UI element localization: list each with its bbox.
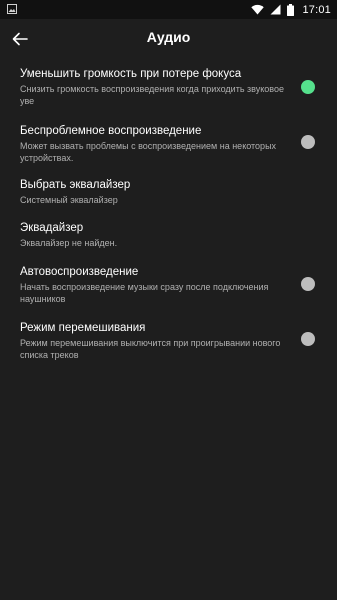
status-bar: 17:01: [0, 0, 337, 19]
app-bar: Аудио: [0, 19, 337, 59]
setting-summary: Начать воспроизведение музыки сразу посл…: [20, 282, 269, 304]
toggle-switch[interactable]: [301, 135, 315, 149]
setting-autoplay[interactable]: Автовоспроизведение Начать воспроизведен…: [0, 263, 337, 318]
setting-title: Автовоспроизведение: [20, 266, 139, 278]
setting-shuffle-mode[interactable]: Режим перемешивания Режим перемешивания …: [0, 318, 337, 373]
setting-title: Уменьшить громкость при потере фокуса: [20, 68, 242, 80]
image-icon: [7, 4, 17, 14]
setting-choose-equalizer[interactable]: Выбрать эквалайзер Системный эквалайзер: [0, 173, 337, 217]
toggle-switch[interactable]: [301, 332, 315, 346]
setting-summary: Может вызвать проблемы с воспроизведение…: [20, 141, 277, 163]
setting-reduce-volume-on-focus-loss[interactable]: Уменьшить громкость при потере фокуса Сн…: [0, 59, 337, 116]
setting-summary: Эквалайзер не найден.: [20, 238, 118, 248]
battery-icon: [287, 3, 295, 16]
setting-summary: Снизить громкость воспроизведения когда …: [20, 84, 284, 106]
setting-summary: Режим перемешивания выключится при проиг…: [20, 338, 281, 360]
settings-list: Уменьшить громкость при потере фокуса Сн…: [0, 59, 337, 373]
setting-title: Выбрать эквалайзер: [20, 179, 131, 191]
setting-title: Беспроблемное воспроизведение: [20, 125, 202, 137]
status-time: 17:01: [302, 3, 331, 16]
toggle-switch[interactable]: [301, 80, 315, 94]
signal-icon: [270, 4, 281, 15]
setting-equalizer[interactable]: Эквадайзер Эквалайзер не найден.: [0, 217, 337, 263]
setting-gapless-playback[interactable]: Беспроблемное воспроизведение Может вызв…: [0, 116, 337, 173]
toggle-switch[interactable]: [301, 277, 315, 291]
setting-summary: Системный эквалайзер: [20, 195, 118, 205]
status-icons: 17:01: [251, 2, 331, 17]
setting-title: Эквадайзер: [20, 222, 84, 234]
page-title: Аудио: [146, 29, 191, 45]
wifi-icon: [251, 4, 265, 15]
setting-title: Режим перемешивания: [20, 322, 146, 334]
